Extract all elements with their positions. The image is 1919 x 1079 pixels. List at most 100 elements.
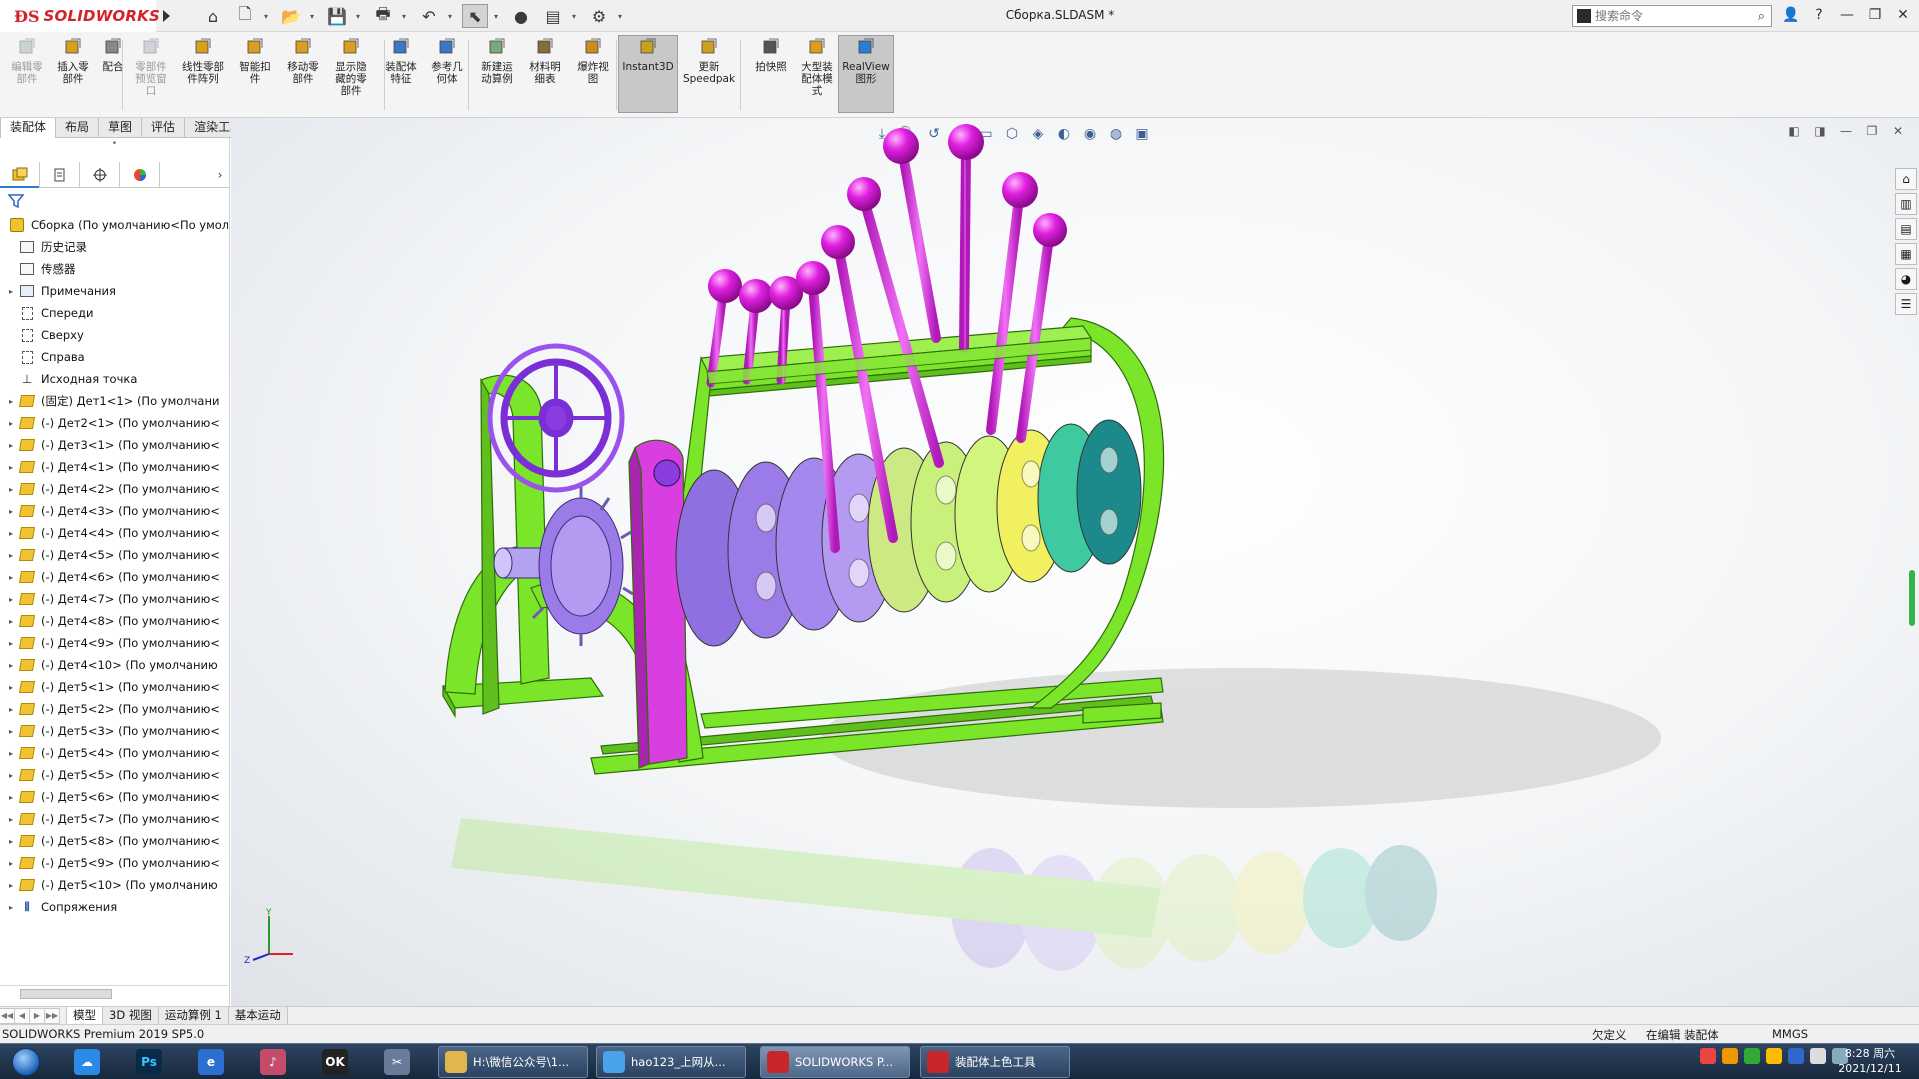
command-search[interactable]: ⌕ xyxy=(1572,5,1772,27)
tree-expand-icon[interactable]: ▸ xyxy=(4,705,18,714)
taskbar-app-browser-icon[interactable]: e xyxy=(190,1046,232,1078)
user-icon[interactable]: 👤 xyxy=(1780,4,1802,26)
tree-expand-icon[interactable]: ▸ xyxy=(4,661,18,670)
tree-expand-icon[interactable]: ▸ xyxy=(4,287,18,296)
tree-item[interactable]: ▸ (-) Дет5<2> (По умолчанию< xyxy=(0,698,228,720)
tree-item[interactable]: ▸ ⫴ Сопряжения xyxy=(0,896,228,918)
save-icon[interactable]: 💾 xyxy=(324,4,350,28)
tree-expand-icon[interactable]: ▸ xyxy=(4,397,18,406)
ribbon-button-show-hidden[interactable]: 显示隐 藏的零 部件 xyxy=(328,36,374,97)
tree-item[interactable]: ▸ (-) Дет5<3> (По умолчанию< xyxy=(0,720,228,742)
featuremanager-tab-icon[interactable] xyxy=(0,162,40,188)
undo-icon[interactable]: ↶ xyxy=(416,4,442,28)
tree-expand-icon[interactable]: ▸ xyxy=(4,859,18,868)
options-dropdown-icon[interactable]: ▾ xyxy=(618,12,626,21)
tree-item[interactable]: 历史记录 xyxy=(0,236,228,258)
tree-item[interactable]: ▸ (-) Дет4<7> (По умолчанию< xyxy=(0,588,228,610)
tree-expand-icon[interactable]: ▸ xyxy=(4,463,18,472)
graphics-area[interactable]: ⤓ 🔍 ↺ ◩ ▭ ⬡ ◈ ◐ ◉ ◍ ▣ ◧ ◨ — ❐ ✕ ⌂ ▥ ▤ ▦ … xyxy=(231,118,1919,1006)
bottom-tab[interactable]: 模型 xyxy=(66,1006,103,1025)
ribbon-button-edit-component[interactable]: 编辑零 部件 xyxy=(4,36,50,85)
properties-dropdown-icon[interactable]: ▾ xyxy=(572,12,580,21)
tree-expand-icon[interactable]: ▸ xyxy=(4,771,18,780)
file-properties-icon[interactable]: ▤ xyxy=(540,4,566,28)
taskbar-app-baidu-netdisk-icon[interactable]: ☁ xyxy=(66,1046,108,1078)
taskbar-window-button[interactable]: 装配体上色工具 xyxy=(920,1046,1070,1078)
tree-expand-icon[interactable]: ▸ xyxy=(4,903,18,912)
ribbon-button-realview[interactable]: RealView 图形 xyxy=(838,35,894,113)
ribbon-tab[interactable]: 布局 xyxy=(55,118,100,138)
tree-root-assembly[interactable]: Сборка (По умолчанию<По умолчанию xyxy=(0,214,228,236)
tray-app-icon[interactable] xyxy=(1766,1048,1782,1064)
tree-expand-icon[interactable]: ▸ xyxy=(4,485,18,494)
next-tab-icon[interactable]: ▶ xyxy=(29,1007,45,1024)
tree-item[interactable]: ▸ (-) Дет5<1> (По умолчанию< xyxy=(0,676,228,698)
tree-horizontal-scrollbar[interactable] xyxy=(0,985,228,1001)
panel-grip[interactable]: • xyxy=(0,138,229,160)
tree-expand-icon[interactable]: ▸ xyxy=(4,617,18,626)
bottom-tab[interactable]: 基本运动 xyxy=(227,1006,288,1025)
tree-expand-icon[interactable]: ▸ xyxy=(4,837,18,846)
tree-expand-icon[interactable]: ▸ xyxy=(4,595,18,604)
bottom-tab[interactable]: 3D 视图 xyxy=(102,1006,159,1025)
taskbar-window-button[interactable]: hao123_上网从... xyxy=(596,1046,746,1078)
taskbar-app-photoshop-icon[interactable]: Ps xyxy=(128,1046,170,1078)
ribbon-button-smart-fasteners[interactable]: 智能扣 件 xyxy=(232,36,278,85)
tree-item[interactable]: ▸ (-) Дет5<9> (По умолчанию< xyxy=(0,852,228,874)
tree-item[interactable]: Спереди xyxy=(0,302,228,324)
taskbar-app-tools-icon[interactable]: ✂ xyxy=(376,1046,418,1078)
first-tab-icon[interactable]: ◀◀ xyxy=(0,1007,15,1024)
tree-item[interactable]: ▸ (-) Дет5<5> (По умолчанию< xyxy=(0,764,228,786)
restore-icon[interactable]: ❐ xyxy=(1864,4,1886,26)
tree-item[interactable]: ▸ (-) Дет4<5> (По умолчанию< xyxy=(0,544,228,566)
tree-expand-icon[interactable]: ▸ xyxy=(4,441,18,450)
tree-expand-icon[interactable]: ▸ xyxy=(4,639,18,648)
print-dropdown-icon[interactable]: ▾ xyxy=(402,12,410,21)
tree-expand-icon[interactable]: ▸ xyxy=(4,507,18,516)
assembly-3d-model[interactable] xyxy=(231,118,1919,1006)
tree-item[interactable]: ▸ (-) Дет4<9> (По умолчанию< xyxy=(0,632,228,654)
tray-app-icon[interactable] xyxy=(1722,1048,1738,1064)
tree-expand-icon[interactable]: ▸ xyxy=(4,683,18,692)
search-icon[interactable]: ⌕ xyxy=(1758,9,1765,24)
tree-item[interactable]: Справа xyxy=(0,346,228,368)
print-icon[interactable]: 🖶 xyxy=(370,4,396,28)
new-dropdown-icon[interactable]: ▾ xyxy=(264,12,272,21)
ribbon-button-reference-geometry[interactable]: 参考几 何体 xyxy=(424,36,470,85)
help-icon[interactable]: ? xyxy=(1808,4,1830,26)
tray-wechat-icon[interactable] xyxy=(1744,1048,1760,1064)
options-gear-icon[interactable]: ⚙ xyxy=(586,4,612,28)
open-icon[interactable]: 📂 xyxy=(278,4,304,28)
prev-tab-icon[interactable]: ◀ xyxy=(14,1007,30,1024)
tree-expand-icon[interactable]: ▸ xyxy=(4,881,18,890)
home-icon[interactable]: ⌂ xyxy=(200,4,226,28)
select-arrow-icon[interactable]: ⬉ xyxy=(462,4,488,28)
tree-item[interactable]: ▸ Примечания xyxy=(0,280,228,302)
open-dropdown-icon[interactable]: ▾ xyxy=(310,12,318,21)
filter-icon[interactable] xyxy=(7,194,25,212)
close-icon[interactable]: ✕ xyxy=(1892,4,1914,26)
scrollbar-thumb[interactable] xyxy=(20,989,112,999)
tree-item[interactable]: ▸ (-) Дет4<6> (По умолчанию< xyxy=(0,566,228,588)
tree-item[interactable]: ⊥ Исходная точка xyxy=(0,368,228,390)
last-tab-icon[interactable]: ▶▶ xyxy=(44,1007,60,1024)
status-units[interactable]: MMGS xyxy=(1772,1027,1808,1041)
tree-item[interactable]: ▸ (-) Дет5<8> (По умолчанию< xyxy=(0,830,228,852)
ribbon-button-exploded-view[interactable]: 爆炸视 图 xyxy=(570,36,616,85)
ribbon-button-bill-of-materials[interactable]: 材料明 细表 xyxy=(522,36,568,85)
ribbon-tab[interactable]: 装配体 xyxy=(0,118,57,138)
manager-tabs-scroll-icon[interactable]: › xyxy=(210,162,230,187)
ribbon-button-component-preview[interactable]: 零部件 预览窗 口 xyxy=(128,36,174,97)
traffic-light-icon[interactable]: ● xyxy=(508,4,534,28)
undo-dropdown-icon[interactable]: ▾ xyxy=(448,12,456,21)
ribbon-button-snapshot[interactable]: 拍快照 xyxy=(748,36,794,73)
start-button[interactable] xyxy=(6,1046,46,1078)
tree-expand-icon[interactable]: ▸ xyxy=(4,793,18,802)
volume-icon[interactable] xyxy=(1810,1048,1826,1064)
tree-item[interactable]: 传感器 xyxy=(0,258,228,280)
taskbar-window-button[interactable]: SOLIDWORKS P... xyxy=(760,1046,910,1078)
tree-expand-icon[interactable]: ▸ xyxy=(4,573,18,582)
menu-expand-icon[interactable] xyxy=(160,8,172,24)
tree-item[interactable]: ▸ (-) Дет3<1> (По умолчанию< xyxy=(0,434,228,456)
taskbar-window-button[interactable]: H:\微信公众号\1... xyxy=(438,1046,588,1078)
